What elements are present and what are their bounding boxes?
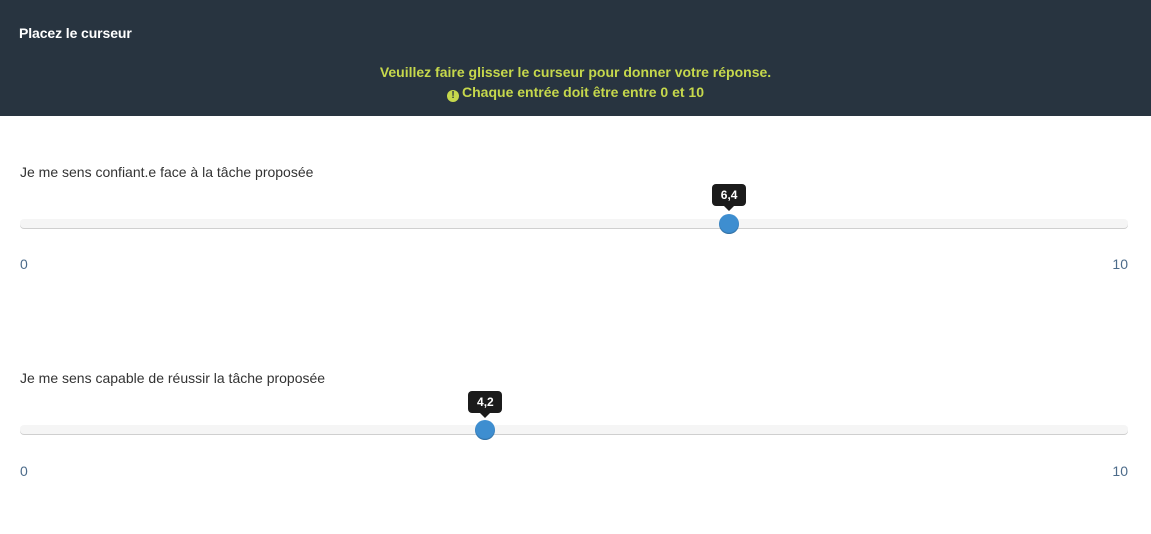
page-header: Placez le curseur Veuillez faire glisser… (0, 0, 1151, 116)
question-label: Je me sens capable de réussir la tâche p… (20, 370, 326, 386)
slider-handle[interactable] (719, 214, 740, 234)
slider-handle[interactable] (475, 420, 496, 440)
slider-value-tooltip: 4,2 (468, 391, 503, 418)
slider-min-label: 0 (20, 256, 28, 272)
slider-min-label: 0 (20, 463, 28, 479)
question-label: Je me sens confiant.e face à la tâche pr… (20, 164, 314, 180)
slider-track[interactable] (20, 219, 1128, 229)
exclamation-circle-icon: ! (447, 90, 460, 102)
slider-max-label: 10 (1112, 256, 1128, 272)
instructions: Veuillez faire glisser le curseur pour d… (0, 62, 1151, 102)
slider-track[interactable] (20, 425, 1128, 435)
warning-text: Chaque entrée doit être entre 0 et 10 (462, 84, 704, 100)
slider-value-tooltip: 6,4 (712, 184, 747, 211)
warning-line: ! Chaque entrée doit être entre 0 et 10 (0, 82, 1151, 102)
page-title: Placez le curseur (19, 25, 132, 41)
slider-max-label: 10 (1112, 463, 1128, 479)
instruction-text: Veuillez faire glisser le curseur pour d… (379, 64, 772, 80)
